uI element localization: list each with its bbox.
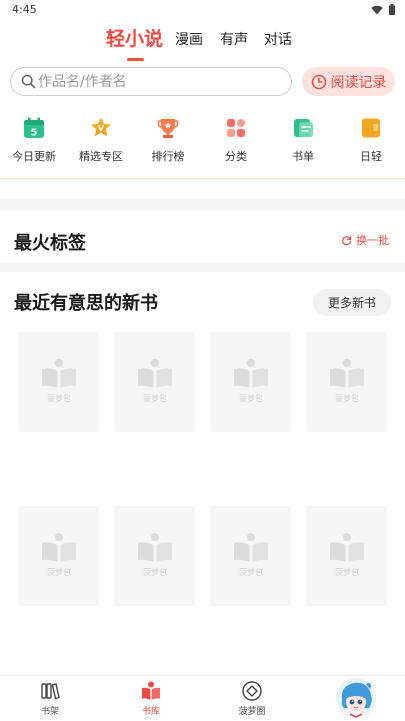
top-tabs: 轻小说 漫画 有声 对话 (0, 24, 405, 61)
section-separator (0, 263, 405, 272)
placeholder-logo-icon: 菠萝包 (42, 533, 76, 577)
book-cover-placeholder[interactable]: 菠萝包 (306, 332, 387, 432)
tab-chat[interactable]: 对话 (264, 25, 292, 55)
community-icon (241, 680, 263, 702)
placeholder-text: 菠萝包 (143, 393, 167, 403)
quick-nav: 5 今日更新 V 精选专区 排行榜 分类 书单 日轻 (0, 116, 405, 176)
placeholder-text: 菠萝包 (239, 567, 263, 577)
star-badge-letter: V (98, 124, 105, 133)
trophy-icon (156, 116, 180, 140)
quick-nav-japanese-novels[interactable]: 日轻 (331, 116, 405, 164)
placeholder-logo-icon: 菠萝包 (138, 359, 172, 403)
placeholder-text: 菠萝包 (143, 567, 167, 577)
wifi-icon (371, 5, 383, 14)
placeholder-logo-icon: 菠萝包 (42, 359, 76, 403)
status-bar: 4:45 (0, 0, 405, 20)
tab-audio[interactable]: 有声 (220, 25, 248, 55)
calendar-icon: 5 (22, 116, 46, 140)
book-cover-placeholder[interactable]: 菠萝包 (210, 506, 291, 606)
search-icon (21, 74, 36, 89)
tab-light-novel[interactable]: 轻小说 (106, 24, 163, 54)
search-input[interactable] (38, 72, 278, 92)
bottom-nav-bookshelf[interactable]: 书架 (20, 680, 80, 717)
placeholder-logo-icon: 菠萝包 (234, 359, 268, 403)
avatar[interactable] (336, 678, 376, 718)
japanese-novel-icon (359, 116, 383, 140)
placeholder-text: 菠萝包 (335, 393, 359, 403)
hot-tags-title: 最火标签 (14, 233, 86, 254)
battery-icon (389, 4, 395, 15)
star-badge-icon: V (89, 116, 113, 140)
booklist-icon (291, 116, 315, 140)
bookshelf-icon (39, 680, 61, 702)
more-new-books-button[interactable]: 更多新书 (313, 289, 391, 316)
book-cover-placeholder[interactable]: 菠萝包 (18, 506, 99, 606)
divider (0, 178, 405, 179)
placeholder-logo-icon: 菠萝包 (330, 359, 364, 403)
library-icon (140, 680, 162, 702)
bottom-nav-label: 书库 (141, 707, 160, 717)
bottom-nav-label: 书架 (40, 707, 59, 717)
reading-history-button[interactable]: 阅读记录 (302, 67, 395, 96)
clock-icon (311, 74, 326, 89)
placeholder-text: 菠萝包 (47, 393, 71, 403)
placeholder-logo-icon: 菠萝包 (234, 533, 268, 577)
placeholder-text: 菠萝包 (47, 567, 71, 577)
refresh-tags-button[interactable]: 换一批 (341, 232, 389, 248)
status-time: 4:45 (12, 3, 37, 16)
book-cover-placeholder[interactable]: 菠萝包 (18, 332, 99, 432)
book-cover-placeholder[interactable]: 菠萝包 (210, 332, 291, 432)
bottom-nav-library[interactable]: 书库 (121, 680, 181, 717)
tab-comic[interactable]: 漫画 (175, 25, 203, 55)
section-separator (0, 199, 405, 210)
bottom-nav-label: 菠萝圈 (238, 707, 266, 717)
active-tab-indicator (127, 58, 144, 61)
search-row: 阅读记录 (10, 67, 395, 97)
calendar-icon-badge: 5 (31, 128, 38, 139)
status-icons (371, 4, 395, 15)
book-cover-placeholder[interactable]: 菠萝包 (114, 332, 195, 432)
placeholder-logo-icon: 菠萝包 (330, 533, 364, 577)
new-books-title: 最近有意思的新书 (14, 293, 158, 314)
quick-nav-label: 日轻 (360, 150, 382, 163)
more-new-books-label: 更多新书 (327, 296, 376, 310)
book-cover-placeholder[interactable]: 菠萝包 (114, 506, 195, 606)
refresh-tags-label: 换一批 (356, 234, 389, 247)
bottom-nav-community[interactable]: 菠萝圈 (222, 680, 282, 717)
search-box[interactable] (10, 67, 292, 96)
grid-icon (224, 116, 248, 140)
placeholder-logo-icon: 菠萝包 (138, 533, 172, 577)
placeholder-text: 菠萝包 (239, 393, 263, 403)
refresh-icon (342, 235, 352, 245)
placeholder-text: 菠萝包 (335, 567, 359, 577)
reading-history-label: 阅读记录 (330, 74, 387, 91)
book-cover-placeholder[interactable]: 菠萝包 (306, 506, 387, 606)
